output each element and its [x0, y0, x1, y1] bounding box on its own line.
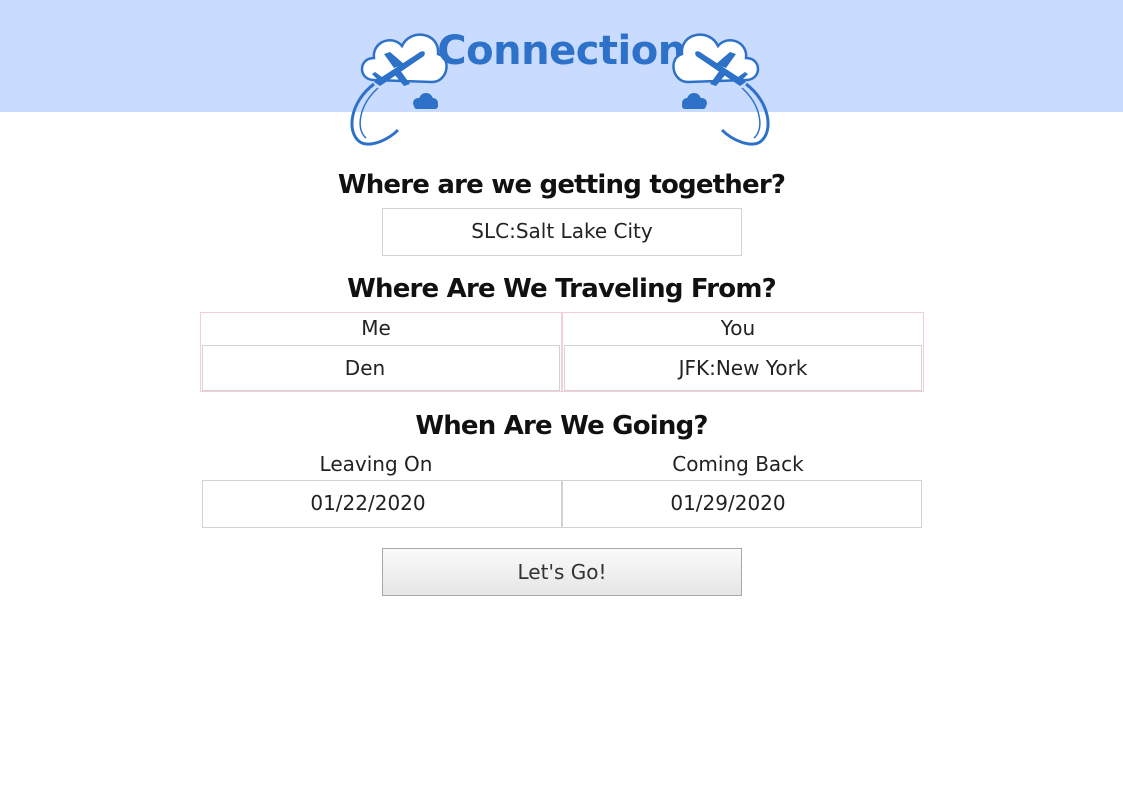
origin-me-value: Den	[344, 356, 386, 380]
app-logo: Connection	[0, 0, 1123, 150]
leaving-label: Leaving On	[319, 452, 433, 476]
origin-you-value: JFK:New York	[678, 356, 808, 380]
leaving-date-input[interactable]: 01/22/2020	[202, 480, 562, 528]
origins-heading: Where Are We Traveling From?	[347, 274, 777, 304]
returning-label: Coming Back	[672, 452, 804, 476]
dates-heading: When Are We Going?	[415, 411, 708, 441]
airplane-cloud-icon	[672, 33, 770, 146]
destination-value: SLC:Salt Lake City	[471, 219, 653, 243]
me-label: Me	[361, 316, 391, 340]
origin-you-input[interactable]: JFK:New York	[564, 345, 922, 391]
returning-date-input[interactable]: 01/29/2020	[562, 480, 922, 528]
lets-go-button[interactable]: Let's Go!	[382, 548, 742, 596]
returning-date-value: 01/29/2020	[670, 491, 786, 515]
you-label: You	[720, 316, 756, 340]
origin-me-input[interactable]: Den	[202, 345, 560, 391]
destination-input[interactable]: SLC:Salt Lake City	[382, 208, 742, 256]
app-title: Connection	[437, 28, 686, 74]
leaving-date-value: 01/22/2020	[310, 491, 426, 515]
destination-heading: Where are we getting together?	[337, 170, 786, 200]
